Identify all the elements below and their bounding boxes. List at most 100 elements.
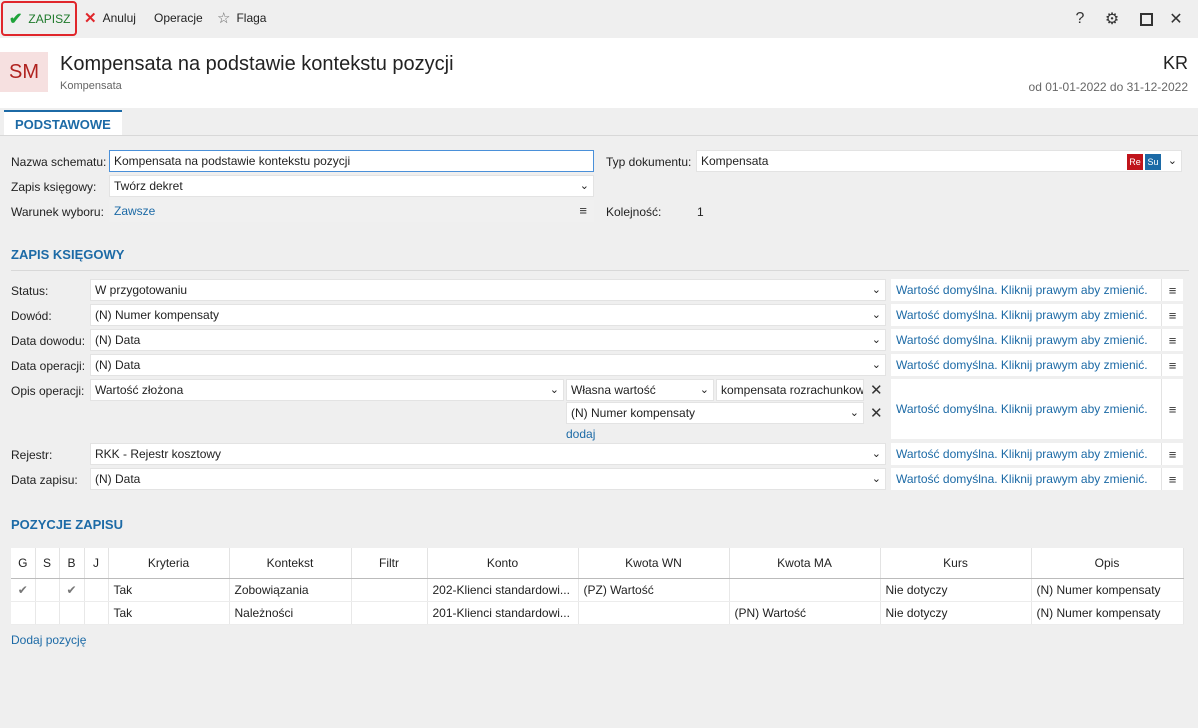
default-value-link[interactable]: Wartość domyślna. Kliknij prawym aby zmi… — [891, 379, 1161, 439]
chevron-down-icon: ⌄ — [871, 309, 881, 321]
op-desc-part1-value: kompensata rozrachunkow — [721, 383, 864, 397]
chevron-down-icon: ⌄ — [849, 407, 859, 419]
cell-j — [84, 601, 109, 625]
status-select[interactable]: W przygotowaniu ⌄ — [90, 279, 886, 301]
default-value-link[interactable]: Wartość domyślna. Kliknij prawym aby zmi… — [891, 279, 1161, 301]
positions-section-title: POZYCJE ZAPISU — [11, 517, 123, 532]
chevron-down-icon: ⌄ — [871, 359, 881, 371]
col-kurs[interactable]: Kurs — [880, 548, 1032, 579]
flag-label: Flaga — [236, 11, 267, 25]
posting-value: Twórz dekret — [114, 179, 183, 193]
menu-icon[interactable]: ≡ — [1161, 354, 1183, 376]
menu-icon[interactable]: ≡ — [579, 203, 587, 218]
register-label: Rejestr: — [11, 448, 53, 462]
proof-label: Dowód: — [11, 309, 52, 323]
posting-label: Zapis księgowy: — [11, 180, 97, 194]
posting-select[interactable]: Twórz dekret ⌄ — [109, 175, 594, 197]
proof-date-value: (N) Data — [95, 333, 141, 347]
col-kryteria[interactable]: Kryteria — [108, 548, 230, 579]
entry-date-value: (N) Data — [95, 472, 141, 486]
col-j[interactable]: J — [84, 548, 109, 579]
cancel-button[interactable]: ✕ Anuluj — [84, 0, 136, 36]
proof-date-label: Data dowodu: — [11, 334, 86, 348]
chevron-down-icon: ⌄ — [871, 448, 881, 460]
tab-basic[interactable]: PODSTAWOWE — [4, 110, 122, 136]
cell-opis: (N) Numer kompensaty — [1031, 578, 1184, 602]
menu-icon[interactable]: ≡ — [1161, 468, 1183, 490]
proof-select[interactable]: (N) Numer kompensaty ⌄ — [90, 304, 886, 326]
op-desc-select[interactable]: Wartość złożona ⌄ — [90, 379, 564, 401]
maximize-icon[interactable] — [1134, 0, 1158, 38]
cell-konto: 201-Klienci standardowi... — [427, 601, 579, 625]
default-value-link[interactable]: Wartość domyślna. Kliknij prawym aby zmi… — [891, 468, 1161, 490]
cell-kontekst: Zobowiązania — [229, 578, 352, 602]
scheme-name-label: Nazwa schematu: — [11, 155, 107, 169]
save-button[interactable]: ✔ ZAPISZ — [1, 1, 77, 36]
proof-date-select[interactable]: (N) Data ⌄ — [90, 329, 886, 351]
order-label: Kolejność: — [606, 205, 662, 219]
module-logo: SM — [0, 52, 48, 92]
menu-icon[interactable]: ≡ — [1161, 379, 1183, 439]
doc-type-select[interactable]: Kompensata Re Su ⌄ — [696, 150, 1182, 172]
cell-g — [11, 601, 36, 625]
col-b[interactable]: B — [59, 548, 85, 579]
close-x-icon: ✕ — [84, 10, 97, 27]
operations-button[interactable]: Operacje — [154, 0, 203, 36]
cell-kryteria: Tak — [108, 578, 230, 602]
op-desc-part1-input[interactable]: kompensata rozrachunkow — [716, 379, 864, 401]
remove-part-icon[interactable]: ✕ — [870, 381, 883, 399]
badge-re: Re — [1127, 154, 1143, 170]
default-value-link[interactable]: Wartość domyślna. Kliknij prawym aby zmi… — [891, 354, 1161, 376]
add-part-link[interactable]: dodaj — [566, 427, 595, 441]
posting-section-title: ZAPIS KSIĘGOWY — [11, 247, 125, 262]
op-date-select[interactable]: (N) Data ⌄ — [90, 354, 886, 376]
col-kwota-wn[interactable]: Kwota WN — [578, 548, 730, 579]
help-icon[interactable]: ? — [1068, 0, 1092, 38]
condition-link[interactable]: Zawsze — [114, 204, 155, 218]
menu-icon[interactable]: ≡ — [1161, 329, 1183, 351]
cell-b — [59, 601, 85, 625]
gear-icon[interactable]: ⚙ — [1100, 0, 1124, 38]
default-value-link[interactable]: Wartość domyślna. Kliknij prawym aby zmi… — [891, 329, 1161, 351]
page-title: Kompensata na podstawie kontekstu pozycj… — [60, 53, 454, 75]
chevron-down-icon: ⌄ — [699, 384, 709, 396]
cell-filtr — [351, 601, 428, 625]
remove-part-icon[interactable]: ✕ — [870, 404, 883, 422]
add-position-link[interactable]: Dodaj pozycję — [11, 633, 86, 647]
entry-date-select[interactable]: (N) Data ⌄ — [90, 468, 886, 490]
table-row[interactable]: ✔ ✔ Tak Zobowiązania 202-Klienci standar… — [11, 578, 1184, 602]
op-desc-label: Opis operacji: — [11, 384, 85, 398]
table-row[interactable]: Tak Należności 201-Klienci standardowi..… — [11, 601, 1184, 625]
col-konto[interactable]: Konto — [427, 548, 579, 579]
op-desc-value: Wartość złożona — [95, 383, 184, 397]
col-opis[interactable]: Opis — [1031, 548, 1184, 579]
close-icon[interactable]: ✕ — [1164, 0, 1188, 38]
cell-konto: 202-Klienci standardowi... — [427, 578, 579, 602]
page-subtitle: Kompensata — [60, 80, 122, 92]
register-value: RKK - Rejestr kosztowy — [95, 447, 222, 461]
col-s[interactable]: S — [35, 548, 60, 579]
date-range: od 01-01-2022 do 31-12-2022 — [1028, 80, 1188, 94]
condition-field[interactable]: Zawsze ≡ — [109, 200, 594, 222]
op-desc-part1-type-select[interactable]: Własna wartość ⌄ — [566, 379, 714, 401]
order-value: 1 — [697, 205, 704, 219]
cell-b: ✔ — [59, 578, 85, 602]
menu-icon[interactable]: ≡ — [1161, 279, 1183, 301]
toolbar: ✔ ZAPISZ ✕ Anuluj Operacje ☆ Flaga ? ⚙ ✕ — [0, 0, 1198, 38]
cell-kwota-wn — [578, 601, 730, 625]
default-value-link[interactable]: Wartość domyślna. Kliknij prawym aby zmi… — [891, 304, 1161, 326]
menu-icon[interactable]: ≡ — [1161, 304, 1183, 326]
default-value-link[interactable]: Wartość domyślna. Kliknij prawym aby zmi… — [891, 443, 1161, 465]
col-kwota-ma[interactable]: Kwota MA — [729, 548, 881, 579]
col-kontekst[interactable]: Kontekst — [229, 548, 352, 579]
cell-kontekst: Należności — [229, 601, 352, 625]
col-g[interactable]: G — [11, 548, 36, 579]
flag-button[interactable]: ☆ Flaga — [217, 0, 266, 36]
cell-s — [35, 601, 60, 625]
doc-type-value: Kompensata — [701, 154, 769, 168]
register-select[interactable]: RKK - Rejestr kosztowy ⌄ — [90, 443, 886, 465]
menu-icon[interactable]: ≡ — [1161, 443, 1183, 465]
op-desc-part2-select[interactable]: (N) Numer kompensaty ⌄ — [566, 402, 864, 424]
col-filtr[interactable]: Filtr — [351, 548, 428, 579]
scheme-name-input[interactable]: Kompensata na podstawie kontekstu pozycj… — [109, 150, 594, 172]
